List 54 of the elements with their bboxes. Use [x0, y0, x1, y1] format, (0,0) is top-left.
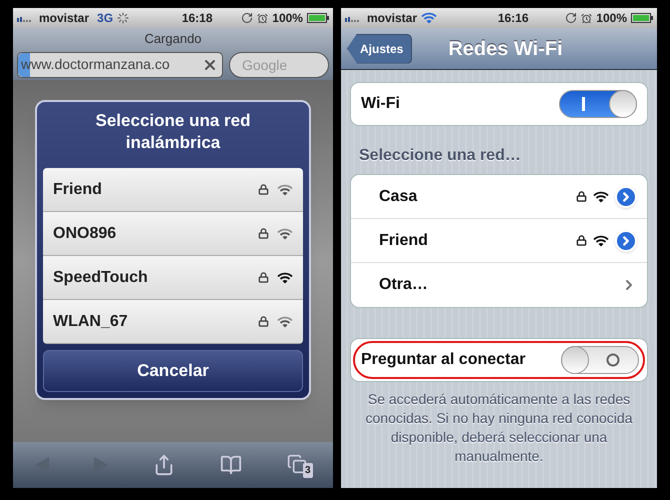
- carrier-name: movistar: [367, 10, 418, 27]
- search-field[interactable]: Google: [229, 52, 329, 78]
- rotation-lock-icon: [241, 12, 254, 24]
- clock-time: 16:18: [180, 10, 213, 27]
- detail-disclosure-button[interactable]: [615, 230, 637, 252]
- screen-title: Redes Wi-Fi: [448, 36, 563, 62]
- rotation-lock-icon: [565, 12, 578, 24]
- network-row[interactable]: SpeedTouch: [43, 256, 303, 300]
- cancel-button[interactable]: Cancelar: [43, 350, 303, 392]
- battery-percent: 100%: [596, 10, 627, 27]
- network-name: Friend: [53, 180, 102, 200]
- alarm-icon: [581, 12, 592, 24]
- wifi-signal-icon: [277, 272, 293, 284]
- activity-spinner-icon: [117, 12, 130, 24]
- carrier-name: movistar: [39, 10, 90, 27]
- wifi-icon: [421, 12, 438, 24]
- toggle-switch[interactable]: [561, 346, 639, 374]
- wifi-label: Wi-Fi: [361, 94, 400, 114]
- network-name: Friend: [379, 230, 428, 250]
- network-name: Casa: [379, 186, 418, 206]
- back-button[interactable]: Ajustes: [347, 34, 412, 64]
- ask-label: Preguntar al conectar: [361, 350, 526, 370]
- battery-percent: 100%: [272, 10, 303, 27]
- bookmarks-icon[interactable]: [220, 454, 242, 476]
- battery-icon: [631, 13, 653, 23]
- tab-count: 3: [303, 463, 313, 478]
- alarm-icon: [257, 12, 268, 24]
- network-name: WLAN_67: [53, 312, 128, 332]
- network-row[interactable]: Casa: [351, 175, 647, 219]
- detail-disclosure-button[interactable]: [615, 186, 637, 208]
- network-row[interactable]: WLAN_67: [43, 300, 303, 344]
- section-header: Seleccione una red…: [359, 146, 522, 166]
- on-bar-icon: [582, 97, 585, 111]
- clock-time: 16:16: [496, 10, 529, 27]
- network-name: ONO896: [53, 224, 116, 244]
- network-row[interactable]: Friend: [43, 168, 303, 212]
- network-name: Otra…: [379, 275, 428, 295]
- network-row[interactable]: Otra…: [351, 263, 647, 307]
- page-title: Cargando: [144, 30, 202, 48]
- wifi-signal-icon: [277, 316, 293, 328]
- network-name: SpeedTouch: [53, 268, 148, 288]
- dialog-title: Seleccione una red inalámbrica: [94, 110, 252, 154]
- wifi-signal-icon: [277, 184, 293, 196]
- tabs-button[interactable]: 3: [286, 454, 311, 476]
- toggle-switch[interactable]: [559, 90, 637, 118]
- footer-note: Se accederá automáticamente a las redes conocidas. Si no hay ninguna red conocida disponible, deberá seleccionar una manualmente.: [364, 390, 634, 466]
- battery-icon: [306, 13, 329, 23]
- network-row[interactable]: Friend: [351, 219, 647, 263]
- wifi-signal-icon: [593, 234, 609, 246]
- off-circle-icon: [606, 353, 620, 367]
- network-row[interactable]: ONO896: [43, 212, 303, 256]
- wifi-signal-icon: [277, 228, 293, 240]
- network-type: 3G: [97, 10, 114, 27]
- wifi-signal-icon: [593, 190, 609, 202]
